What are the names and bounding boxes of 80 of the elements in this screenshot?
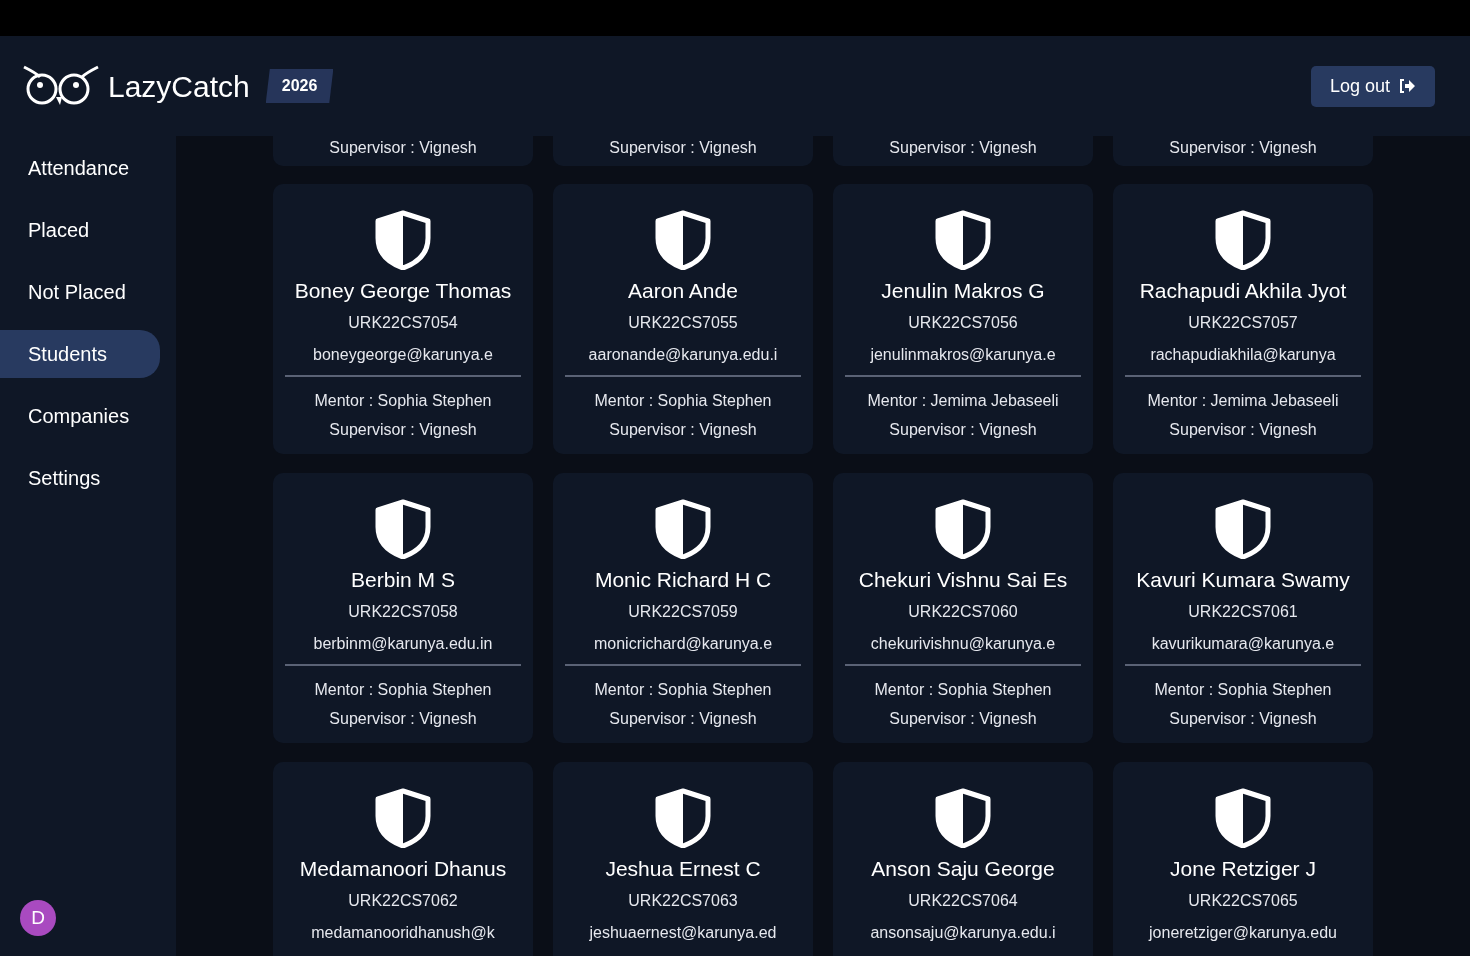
student-id: URK22CS7062 [348,891,458,911]
supervisor-text: Supervisor : Vignesh [329,420,477,440]
mentor-text: Mentor : Sophia Stephen [314,391,492,411]
sidebar-item[interactable]: Settings [0,454,160,502]
student-id: URK22CS7063 [628,891,738,911]
mentor-text: Mentor : Sophia Stephen [594,391,772,411]
logout-button[interactable]: Log out [1310,65,1435,107]
supervisor-text: Supervisor : Vignesh [329,709,477,729]
year-badge: 2026 [265,69,334,103]
student-name: Chekuri Vishnu Sai Es [858,567,1068,593]
student-name: Kavuri Kumara Swamy [1136,567,1350,593]
student-id: URK22CS7061 [1188,602,1298,622]
mentor-text: Mentor : Jemima Jebaseeli [867,391,1059,411]
shield-icon [1214,788,1272,848]
logout-icon [1398,78,1416,94]
student-email: rachapudiakhila@karunya [1150,345,1336,365]
brand-name: LazyCatch [108,68,250,105]
student-email: jenulinmakros@karunya.e [870,345,1056,365]
student-name: Jone Retziger J [1170,856,1316,882]
mentor-text: Mentor : Sophia Stephen [594,680,772,700]
student-id: URK22CS7057 [1188,313,1298,333]
owl-logo-icon [22,65,100,107]
mentor-text: Mentor : Sophia Stephen [874,680,1052,700]
student-email: chekurivishnu@karunya.e [870,634,1056,654]
supervisor-text: Supervisor : Vignesh [329,138,477,158]
shield-icon [934,499,992,559]
student-email: aaronande@karunya.edu.i [588,345,778,365]
supervisor-text: Supervisor : Vignesh [1169,709,1317,729]
sidebar-item[interactable]: Companies [0,392,160,440]
student-id: URK22CS7065 [1188,891,1298,911]
shield-icon [1214,499,1272,559]
student-name: Jeshua Ernest C [605,856,761,882]
shield-icon [374,210,432,270]
supervisor-text: Supervisor : Vignesh [609,420,757,440]
student-name: Monic Richard H C [594,567,772,593]
sidebar-item[interactable]: Placed [0,206,160,254]
student-id: URK22CS7056 [908,313,1018,333]
student-email: medamanooridhanush@k [311,923,495,943]
shield-icon [374,788,432,848]
supervisor-text: Supervisor : Vignesh [609,709,757,729]
student-name: Medamanoori Dhanus [299,856,507,882]
student-name: Jenulin Makros G [881,278,1045,304]
sidebar-item[interactable]: Attendance [0,144,160,192]
mentor-text: Mentor : Jemima Jebaseeli [1147,391,1339,411]
student-email: berbinm@karunya.edu.in [313,634,493,654]
shield-icon [654,788,712,848]
supervisor-text: Supervisor : Vignesh [1169,420,1317,440]
student-name: Anson Saju George [871,856,1055,882]
supervisor-text: Supervisor : Vignesh [609,138,757,158]
sidebar-item[interactable]: Not Placed [0,268,160,316]
shield-icon [1214,210,1272,270]
sidebar-item[interactable]: Students [0,330,160,378]
student-id: URK22CS7059 [628,602,738,622]
student-name: Berbin M S [351,567,455,593]
student-email: joneretziger@karunya.edu [1149,923,1337,943]
student-name: Rachapudi Akhila Jyot [1139,278,1347,304]
student-email: jeshuaernest@karunya.ed [589,923,777,943]
student-email: monicrichard@karunya.e [593,634,773,654]
supervisor-text: Supervisor : Vignesh [889,709,1037,729]
shield-icon [654,499,712,559]
student-name: Boney George Thomas [294,278,512,304]
supervisor-text: Supervisor : Vignesh [889,138,1037,158]
user-avatar[interactable]: D [20,900,56,936]
mentor-text: Mentor : Sophia Stephen [1154,680,1332,700]
student-email: boneygeorge@karunya.e [313,345,493,365]
supervisor-text: Supervisor : Vignesh [889,420,1037,440]
shield-icon [654,210,712,270]
student-email: ansonsaju@karunya.edu.i [870,923,1056,943]
shield-icon [374,499,432,559]
shield-icon [934,210,992,270]
student-name: Aaron Ande [628,278,738,304]
student-id: URK22CS7064 [908,891,1018,911]
student-email: kavurikumara@karunya.e [1151,634,1335,654]
shield-icon [934,788,992,848]
student-id: URK22CS7054 [348,313,458,333]
student-id: URK22CS7060 [908,602,1018,622]
mentor-text: Mentor : Sophia Stephen [314,680,492,700]
student-id: URK22CS7058 [348,602,458,622]
student-id: URK22CS7055 [628,313,738,333]
supervisor-text: Supervisor : Vignesh [1169,138,1317,158]
